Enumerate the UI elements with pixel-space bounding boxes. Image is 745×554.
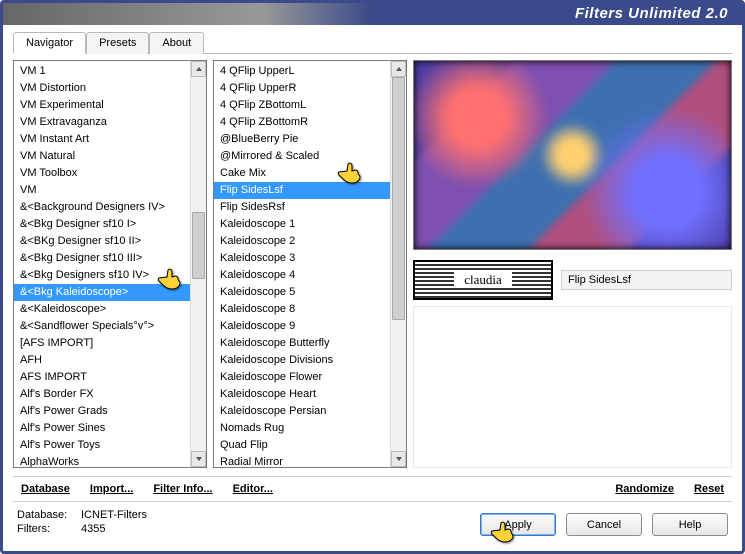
list-item[interactable]: &<Background Designers IV> [14, 199, 206, 216]
list-item[interactable]: &<Bkg Designer sf10 III> [14, 250, 206, 267]
list-item[interactable]: Kaleidoscope Persian [214, 403, 406, 420]
author-stamp: claudia [413, 260, 553, 300]
list-item[interactable]: Cake Mix [214, 165, 406, 182]
db-label: Database: [17, 508, 75, 522]
list-item[interactable]: VM 1 [14, 63, 206, 80]
list-item[interactable]: Quad Flip [214, 437, 406, 454]
list-item[interactable]: Kaleidoscope Flower [214, 369, 406, 386]
list-item[interactable]: &<BKg Designer sf10 II> [14, 233, 206, 250]
filter-scrollbar[interactable] [390, 61, 406, 467]
title-bar: Filters Unlimited 2.0 [3, 3, 742, 25]
list-item[interactable]: AFS IMPORT [14, 369, 206, 386]
list-item[interactable]: Kaleidoscope Divisions [214, 352, 406, 369]
stamp-text: claudia [454, 272, 512, 288]
tab-navigator[interactable]: Navigator [13, 32, 86, 54]
help-button[interactable]: Help [652, 513, 728, 536]
list-item[interactable]: Flip SidesRsf [214, 199, 406, 216]
list-item[interactable]: Kaleidoscope Heart [214, 386, 406, 403]
filters-value: 4355 [81, 522, 105, 536]
list-item[interactable]: VM Toolbox [14, 165, 206, 182]
list-item[interactable]: 4 QFlip UpperL [214, 63, 406, 80]
list-item[interactable]: Alf's Power Grads [14, 403, 206, 420]
list-item[interactable]: Kaleidoscope Butterfly [214, 335, 406, 352]
scroll-thumb[interactable] [392, 77, 405, 320]
list-item[interactable]: &<Kaleidoscope> [14, 301, 206, 318]
cancel-button[interactable]: Cancel [566, 513, 642, 536]
scroll-up-button[interactable] [191, 61, 206, 77]
list-item[interactable]: @Mirrored & Scaled [214, 148, 406, 165]
preview-pane: claudia Flip SidesLsf [413, 60, 732, 468]
database-link[interactable]: Database [15, 483, 76, 495]
list-item[interactable]: &<Bkg Designer sf10 I> [14, 216, 206, 233]
list-item[interactable]: Kaleidoscope 2 [214, 233, 406, 250]
list-item[interactable]: VM Natural [14, 148, 206, 165]
randomize-link[interactable]: Randomize [609, 483, 680, 495]
filter-info-link[interactable]: Filter Info... [147, 483, 218, 495]
list-item[interactable]: AFH [14, 352, 206, 369]
list-item[interactable]: Kaleidoscope 4 [214, 267, 406, 284]
category-list[interactable]: VM 1VM DistortionVM ExperimentalVM Extra… [14, 61, 206, 467]
link-toolbar: Database Import... Filter Info... Editor… [13, 476, 732, 502]
filters-label: Filters: [17, 522, 75, 536]
scroll-thumb[interactable] [192, 212, 205, 279]
parameters-area [413, 306, 732, 468]
list-item[interactable]: VM [14, 182, 206, 199]
list-item[interactable]: Nomads Rug [214, 420, 406, 437]
list-item[interactable]: VM Instant Art [14, 131, 206, 148]
apply-button[interactable]: Apply [480, 513, 556, 536]
scroll-down-button[interactable] [191, 451, 206, 467]
list-item[interactable]: Kaleidoscope 9 [214, 318, 406, 335]
list-item[interactable]: Alf's Power Sines [14, 420, 206, 437]
category-scrollbar[interactable] [190, 61, 206, 467]
list-item[interactable]: &<Sandflower Specials°v°> [14, 318, 206, 335]
editor-link[interactable]: Editor... [227, 483, 279, 495]
tab-strip: NavigatorPresetsAbout [13, 31, 732, 54]
list-item[interactable]: Kaleidoscope 5 [214, 284, 406, 301]
scroll-up-button[interactable] [391, 61, 406, 77]
filter-list-pane: 4 QFlip UpperL4 QFlip UpperR4 QFlip ZBot… [213, 60, 407, 468]
list-item[interactable]: Alf's Border FX [14, 386, 206, 403]
tab-about[interactable]: About [149, 32, 204, 54]
import-link[interactable]: Import... [84, 483, 139, 495]
list-item[interactable]: &<Bkg Designers sf10 IV> [14, 267, 206, 284]
current-filter-name: Flip SidesLsf [561, 270, 732, 290]
reset-link[interactable]: Reset [688, 483, 730, 495]
list-item[interactable]: VM Distortion [14, 80, 206, 97]
category-list-pane: VM 1VM DistortionVM ExperimentalVM Extra… [13, 60, 207, 468]
db-value: ICNET-Filters [81, 508, 147, 522]
list-item[interactable]: VM Extravaganza [14, 114, 206, 131]
footer: Database: ICNET-Filters Filters: 4355 Appl… [13, 502, 732, 538]
list-item[interactable]: @BlueBerry Pie [214, 131, 406, 148]
list-item[interactable]: Radial Mirror [214, 454, 406, 467]
database-info: Database: ICNET-Filters Filters: 4355 [17, 508, 147, 536]
filter-list[interactable]: 4 QFlip UpperL4 QFlip UpperR4 QFlip ZBot… [214, 61, 406, 467]
list-item[interactable]: AlphaWorks [14, 454, 206, 467]
tab-presets[interactable]: Presets [86, 32, 149, 54]
list-item[interactable]: Flip SidesLsf [214, 182, 406, 199]
list-item[interactable]: Alf's Power Toys [14, 437, 206, 454]
list-item[interactable]: [AFS IMPORT] [14, 335, 206, 352]
preview-image [413, 60, 732, 250]
scroll-down-button[interactable] [391, 451, 406, 467]
list-item[interactable]: VM Experimental [14, 97, 206, 114]
list-item[interactable]: Kaleidoscope 3 [214, 250, 406, 267]
list-item[interactable]: Kaleidoscope 8 [214, 301, 406, 318]
list-item[interactable]: 4 QFlip ZBottomR [214, 114, 406, 131]
list-item[interactable]: Kaleidoscope 1 [214, 216, 406, 233]
list-item[interactable]: 4 QFlip ZBottomL [214, 97, 406, 114]
list-item[interactable]: &<Bkg Kaleidoscope> [14, 284, 206, 301]
app-title: Filters Unlimited 2.0 [575, 5, 728, 22]
list-item[interactable]: 4 QFlip UpperR [214, 80, 406, 97]
